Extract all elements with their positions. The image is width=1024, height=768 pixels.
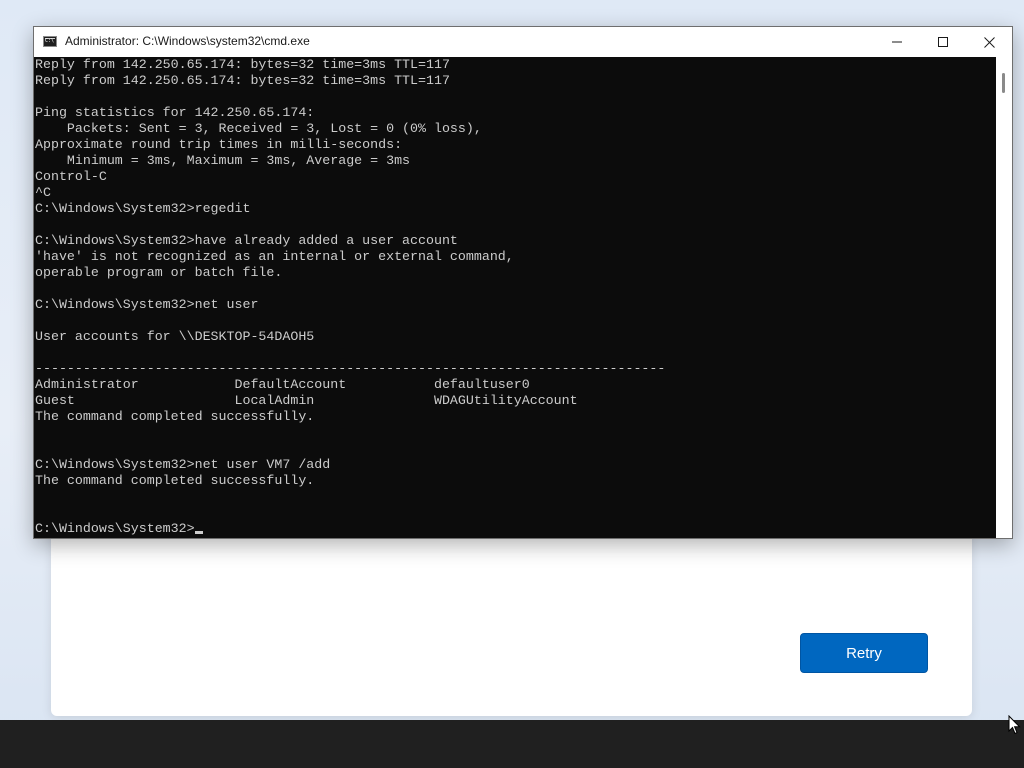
command-prompt: C:\Windows\System32> [35, 521, 195, 536]
close-icon [983, 36, 995, 48]
console-line: Minimum = 3ms, Maximum = 3ms, Average = … [66, 153, 411, 168]
console-line: Administrator DefaultAccount defaultuser… [35, 377, 530, 392]
text-cursor [194, 531, 203, 534]
cmd-window[interactable]: Administrator: C:\Windows\system32\cmd.e… [33, 26, 1013, 539]
console-line: Reply from 142.250.65.174: bytes=32 time… [35, 73, 450, 88]
minimize-icon [892, 41, 902, 43]
console-text: Reply from 142.250.65.174: bytes=32 time… [34, 57, 996, 537]
console-line: C:\Windows\System32>net user VM7 /add [35, 457, 331, 472]
vertical-scrollbar[interactable] [996, 57, 1012, 538]
console-output[interactable]: Reply from 142.250.65.174: bytes=32 time… [34, 57, 996, 538]
retry-button[interactable]: Retry [800, 633, 928, 673]
console-line: Ping statistics for 142.250.65.174: [35, 105, 315, 120]
console-line: C:\Windows\System32>regedit [35, 201, 251, 216]
console-line: Approximate round trip times in milli-se… [35, 137, 403, 152]
console-line: The command completed successfully. [35, 409, 315, 424]
console-lines: Reply from 142.250.65.174: bytes=32 time… [35, 57, 665, 488]
console-line: ----------------------------------------… [35, 361, 666, 376]
maximize-button[interactable] [920, 27, 966, 57]
console-line: User accounts for \\DESKTOP-54DAOH5 [35, 329, 315, 344]
console-line: Packets: Sent = 3, Received = 3, Lost = … [66, 121, 482, 136]
mouse-pointer-icon [1008, 715, 1021, 735]
console-line: Guest LocalAdmin WDAGUtilityAccount [35, 393, 578, 408]
console-line: C:\Windows\System32>have already added a… [35, 233, 458, 248]
title-bar[interactable]: Administrator: C:\Windows\system32\cmd.e… [34, 27, 1012, 57]
console-line: The command completed successfully. [35, 473, 315, 488]
scroll-thumb[interactable] [1002, 73, 1005, 93]
console-line: C:\Windows\System32>net user [35, 297, 259, 312]
taskbar [0, 720, 1024, 768]
close-button[interactable] [966, 27, 1012, 57]
window-title: Administrator: C:\Windows\system32\cmd.e… [65, 34, 310, 48]
console-line: 'have' is not recognized as an internal … [35, 249, 514, 264]
console-line: ^C [35, 185, 51, 200]
minimize-button[interactable] [874, 27, 920, 57]
console-line: operable program or batch file. [35, 265, 283, 280]
cmd-icon [43, 36, 57, 47]
maximize-icon [938, 37, 948, 47]
console-line: Reply from 142.250.65.174: bytes=32 time… [35, 57, 450, 72]
console-line: Control-C [35, 169, 107, 184]
